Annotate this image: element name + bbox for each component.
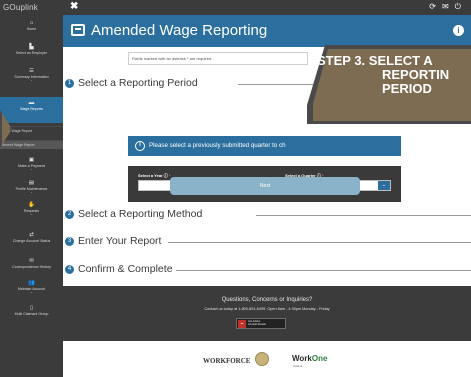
chevron-up-icon: ⌃ (30, 110, 33, 115)
refresh-icon[interactable]: ⟳ (429, 2, 442, 11)
sidebar-item-change-account-status[interactable]: ⇄ Change Account Status (0, 232, 63, 243)
group-icon: ▯ (29, 305, 34, 311)
sidebar-item-wage-reports[interactable]: ▬ Wage Reports ⌃ (0, 97, 63, 123)
required-fields-note: Fields marked with an asterisk * are req… (128, 52, 308, 65)
section-label: Enter Your Report (78, 235, 162, 247)
sidebar-item-maintain-account[interactable]: 👥 Maintain Account ⌄ (0, 280, 63, 295)
section-divider (256, 215, 471, 216)
section-divider (168, 242, 471, 243)
step-callout-text: STEP 3. SELECT A REPORTIN PERIOD (317, 53, 450, 96)
page-header: Amended Wage Reporting i (63, 15, 471, 47)
step-number: 2 (65, 210, 74, 219)
app-logo[interactable]: GOuplink (3, 3, 61, 14)
workforce-logo: WORKFORCE (203, 357, 251, 365)
sidebar-item-correspondence-history[interactable]: ✉ Correspondence History (0, 258, 63, 269)
home-icon: ⌂ (29, 20, 34, 26)
top-bar: ✖ ⟳✉⏻ (63, 0, 471, 15)
mail-icon: ✉ (29, 258, 34, 264)
workone-subtitle: Indiana (293, 364, 303, 368)
chevron-down-icon: ⌄ (30, 190, 33, 195)
sidebar-item-label: Home (26, 27, 37, 31)
partner-logos: WORKFORCE WorkOne Indiana (63, 341, 471, 377)
state-seal-icon (255, 352, 269, 366)
users-icon: 👥 (28, 280, 35, 286)
email-icon[interactable]: ✉ (442, 2, 455, 11)
sidebar-item-select-employer[interactable]: ▙ Select an Employer (0, 44, 63, 55)
next-button[interactable]: Next (170, 177, 360, 195)
sidebar-item-label: Multi Claimant Group (14, 312, 49, 316)
sidebar-item-label: Select an Employer (15, 51, 48, 55)
section-select-reporting-method[interactable]: 2 Select a Reporting Method (63, 207, 471, 223)
footer-contact: Contact us today at 1-800-891-6499. Open… (204, 307, 330, 311)
close-icon[interactable]: ✖ (70, 1, 78, 12)
profile-icon: ▤ (28, 180, 35, 186)
chevron-down-icon: ⌄ (30, 167, 33, 172)
sidebar-item-make-payment[interactable]: ▣ Make a Payment ⌄ (0, 157, 63, 172)
sidebar-item-home[interactable]: ⌂ Home (0, 20, 63, 31)
sidebar-item-requests[interactable]: ✋ Requests ⌄ (0, 202, 63, 217)
sidebar-subitem-amend-wage-report[interactable]: Amend Wage Report (0, 140, 63, 149)
section-divider (176, 270, 471, 271)
info-icon[interactable]: i (453, 25, 464, 36)
chevron-down-icon: ⌄ (30, 78, 33, 83)
pdf-icon: ⌁ (238, 320, 246, 328)
section-confirm-complete[interactable]: 4 Confirm & Complete (63, 262, 471, 278)
building-icon: ▙ (29, 44, 34, 50)
instruction-banner: i Please select a previously submitted q… (128, 136, 401, 156)
status-icon: ⇄ (29, 232, 34, 238)
money-icon: ▣ (28, 157, 35, 163)
section-label: Select a Reporting Method (78, 208, 203, 220)
briefcase-icon: ▬ (28, 100, 35, 106)
banner-text: Please select a previously submitted qua… (149, 142, 286, 149)
section-label: Confirm & Complete (78, 263, 173, 275)
sidebar-item-label: Correspondence History (12, 265, 51, 269)
sidebar-item-label: Change Account Status (12, 239, 51, 243)
sidebar-item-profile-maintenance[interactable]: ▤ Profile Maintenance ⌄ (0, 180, 63, 195)
footer: Questions, Concerns or Inquiries? Contac… (63, 286, 471, 341)
year-select-label: Select a Year ⓘ * (138, 173, 171, 178)
step-number: 1 (65, 79, 74, 88)
top-icons: ⟳✉⏻ (429, 2, 467, 12)
chevron-down-icon: ⌄ (378, 181, 390, 190)
power-icon[interactable]: ⏻ (455, 2, 467, 11)
footer-question: Questions, Concerns or Inquiries? (221, 297, 313, 303)
workone-logo: WorkOne (292, 354, 328, 363)
info-icon: i (135, 141, 145, 151)
list-icon: ☰ (29, 68, 34, 74)
sidebar: GOuplink ⌂ Home ▙ Select an Employer ☰ S… (0, 0, 63, 377)
section-enter-report[interactable]: 3 Enter Your Report (63, 234, 471, 250)
section-label: Select a Reporting Period (78, 77, 198, 89)
step-number: 4 (65, 265, 74, 274)
adobe-reader-badge[interactable]: ⌁ Get Adobe Acrobat Reader (236, 318, 286, 329)
chevron-down-icon: ⌄ (30, 290, 33, 295)
requests-icon: ✋ (28, 202, 35, 208)
sidebar-item-multi-claimant-group[interactable]: ▯ Multi Claimant Group (0, 305, 63, 316)
page-title: Amended Wage Reporting (91, 22, 268, 39)
chevron-down-icon: ⌄ (30, 212, 33, 217)
help-icon: ⓘ (163, 173, 168, 178)
wallet-icon (71, 24, 85, 36)
adobe-reader-text: Get Adobe Acrobat Reader (248, 320, 267, 327)
step-number: 3 (65, 237, 74, 246)
sidebar-item-summary[interactable]: ☰ Summary Information ⌄ (0, 68, 63, 83)
